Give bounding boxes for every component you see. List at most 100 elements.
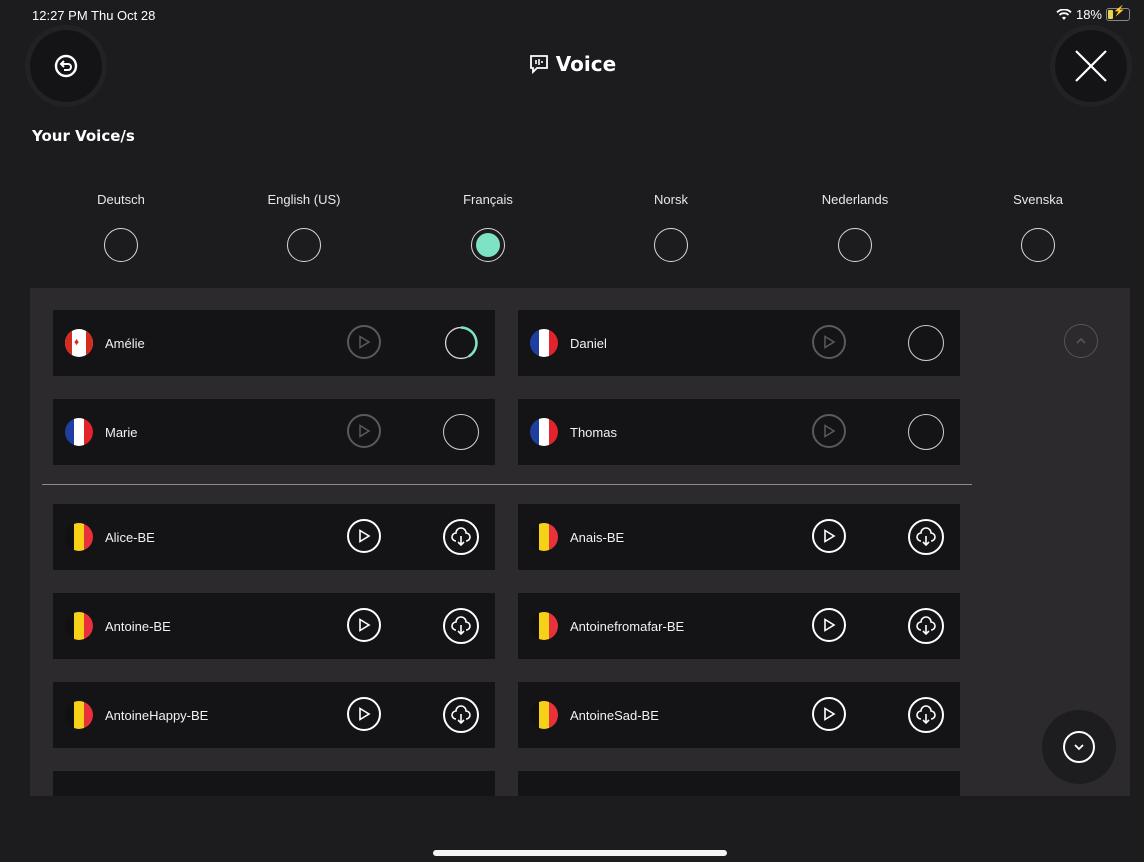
play-button[interactable] <box>347 697 381 731</box>
chevron-up-icon <box>1076 337 1086 344</box>
voice-card-antoinesad-be[interactable]: AntoineSad-BE <box>518 682 960 748</box>
language-radio[interactable] <box>1021 228 1055 262</box>
play-button[interactable] <box>812 325 846 359</box>
voice-card-antoinehappy-be[interactable]: AntoineHappy-BE <box>53 682 495 748</box>
language-option-deutsch[interactable]: Deutsch <box>51 190 191 262</box>
voice-card-antoine-be[interactable]: Antoine-BE <box>53 593 495 659</box>
belgium-flag-icon <box>530 701 558 729</box>
voice-name: Antoinefromafar-BE <box>570 619 685 634</box>
france-flag-icon <box>65 418 93 446</box>
cloud-download-icon <box>916 616 936 636</box>
scroll-up-button[interactable] <box>1064 324 1098 358</box>
close-icon <box>1075 50 1107 82</box>
scroll-down-ring <box>1063 731 1095 763</box>
wifi-icon <box>1056 8 1072 20</box>
belgium-flag-icon <box>530 612 558 640</box>
voice-card-thomas[interactable]: Thomas <box>518 399 960 465</box>
language-radio-selected[interactable] <box>471 228 505 262</box>
voice-name: Alice-BE <box>105 530 155 545</box>
status-right: 18% <box>1056 6 1130 22</box>
voice-name: Amélie <box>105 336 145 351</box>
voice-card-marie[interactable]: Marie <box>53 399 495 465</box>
language-radio[interactable] <box>104 228 138 262</box>
download-button[interactable] <box>908 697 944 733</box>
language-option-nederlands[interactable]: Nederlands <box>785 190 925 262</box>
canada-flag-icon: ♦ <box>65 329 93 357</box>
page-title: Voice <box>0 52 1144 76</box>
voice-card-anais-be[interactable]: Anais-BE <box>518 504 960 570</box>
download-button[interactable] <box>908 519 944 555</box>
france-flag-icon <box>530 418 558 446</box>
play-button[interactable] <box>812 414 846 448</box>
play-button[interactable] <box>812 519 846 553</box>
voice-name: Marie <box>105 425 138 440</box>
download-button[interactable] <box>908 608 944 644</box>
language-radio[interactable] <box>287 228 321 262</box>
cloud-download-icon <box>916 705 936 725</box>
play-button[interactable] <box>812 697 846 731</box>
play-icon <box>359 335 371 349</box>
belgium-flag-icon <box>65 523 93 551</box>
belgium-flag-icon <box>65 701 93 729</box>
play-icon <box>824 335 836 349</box>
belgium-flag-icon <box>530 523 558 551</box>
language-radio[interactable] <box>654 228 688 262</box>
voice-chat-icon <box>529 55 548 75</box>
language-label: Français <box>463 192 513 207</box>
download-button[interactable] <box>443 519 479 555</box>
play-icon <box>824 707 836 721</box>
play-button[interactable] <box>347 325 381 359</box>
play-button[interactable] <box>347 608 381 642</box>
language-selector: Deutsch English (US) Français Norsk Nede… <box>0 190 1144 270</box>
language-option-norsk[interactable]: Norsk <box>601 190 741 262</box>
language-radio[interactable] <box>838 228 872 262</box>
language-option-francais[interactable]: Français <box>418 190 558 262</box>
chevron-down-icon <box>1074 744 1084 751</box>
voice-card-alice-be[interactable]: Alice-BE <box>53 504 495 570</box>
select-voice-radio[interactable] <box>908 414 944 450</box>
section-divider <box>42 484 972 485</box>
language-label: Norsk <box>654 192 688 207</box>
voice-name: Thomas <box>570 425 617 440</box>
cloud-download-icon <box>916 527 936 547</box>
close-button[interactable] <box>1055 30 1127 102</box>
battery-percent: 18% <box>1075 7 1102 22</box>
language-label: Nederlands <box>821 192 889 207</box>
play-icon <box>359 424 371 438</box>
voice-name: Antoine-BE <box>105 619 171 634</box>
language-option-svenska[interactable]: Svenska <box>968 190 1108 262</box>
voice-name: Daniel <box>570 336 607 351</box>
select-voice-radio[interactable] <box>443 414 479 450</box>
scroll-down-button[interactable] <box>1042 710 1116 784</box>
play-button[interactable] <box>347 414 381 448</box>
select-voice-radio[interactable] <box>908 325 944 361</box>
play-button[interactable] <box>347 519 381 553</box>
status-time: 12:27 PM Thu Oct 28 <box>32 8 156 23</box>
title-text: Voice <box>555 52 617 76</box>
voice-card-amelie[interactable]: ♦ Amélie <box>53 310 495 376</box>
loading-ring-icon <box>444 326 478 360</box>
voice-card-antoinefromafar-be[interactable]: Antoinefromafar-BE <box>518 593 960 659</box>
voice-card-partial[interactable] <box>518 771 960 796</box>
voice-card-partial[interactable] <box>53 771 495 796</box>
play-icon <box>824 618 836 632</box>
download-progress <box>443 325 479 361</box>
download-button[interactable] <box>443 608 479 644</box>
cloud-download-icon <box>451 527 471 547</box>
play-icon <box>824 529 836 543</box>
language-option-english-us[interactable]: English (US) <box>234 190 374 262</box>
play-icon <box>359 618 371 632</box>
play-button[interactable] <box>812 608 846 642</box>
voice-card-daniel[interactable]: Daniel <box>518 310 960 376</box>
home-indicator[interactable] <box>433 850 727 856</box>
voice-name: Anais-BE <box>570 530 625 545</box>
section-label: Your Voice/s <box>32 127 135 145</box>
play-icon <box>824 424 836 438</box>
france-flag-icon <box>530 329 558 357</box>
voice-list-panel[interactable]: ♦ Amélie Daniel Marie Thomas Alice-BE An… <box>30 288 1130 796</box>
cloud-download-icon <box>451 705 471 725</box>
play-icon <box>359 529 371 543</box>
belgium-flag-icon <box>65 612 93 640</box>
voice-name: AntoineHappy-BE <box>105 708 209 723</box>
download-button[interactable] <box>443 697 479 733</box>
